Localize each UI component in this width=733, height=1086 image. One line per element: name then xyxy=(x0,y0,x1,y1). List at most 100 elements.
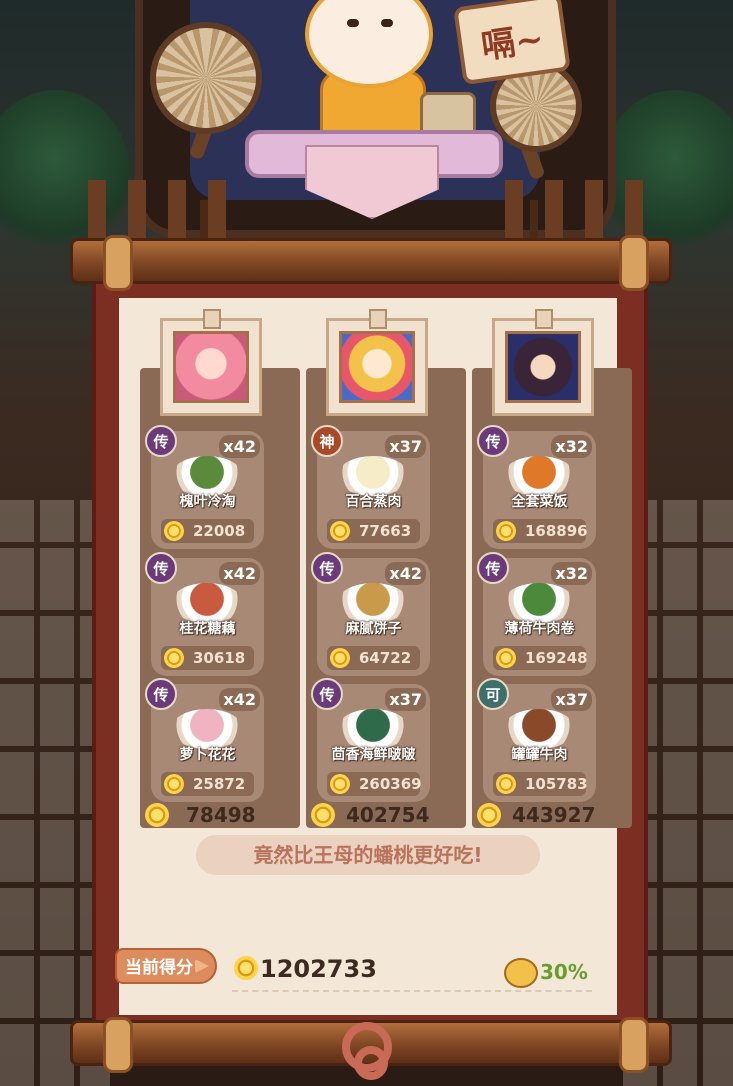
dish-name: 萝卜花花 xyxy=(179,747,236,763)
guest-portrait-3[interactable] xyxy=(492,309,594,416)
dish-plate-icon xyxy=(337,456,409,496)
coin-icon xyxy=(234,956,258,980)
railing-left xyxy=(88,180,248,240)
scroll-top-rod xyxy=(70,235,672,291)
rarity-badge: 传 xyxy=(477,425,509,457)
guest-portrait-2[interactable] xyxy=(326,309,428,416)
guest-portrait-1[interactable] xyxy=(160,309,262,416)
column-total: 78498 xyxy=(186,803,256,827)
dish-score: 169248 xyxy=(525,649,588,667)
dish-score: 168896 xyxy=(525,522,588,540)
rod-cap xyxy=(619,235,649,291)
dish-card[interactable]: 传 x42 桂花糖藕 30618 xyxy=(145,552,264,676)
rarity-badge: 可 xyxy=(477,678,509,710)
column-total: 402754 xyxy=(346,803,430,827)
coin-icon xyxy=(330,521,350,541)
coin-icon xyxy=(496,521,516,541)
character-eye xyxy=(381,19,393,27)
coin-icon xyxy=(311,803,335,827)
dish-name: 罐罐牛肉 xyxy=(511,747,568,763)
dish-count: x42 xyxy=(219,688,260,711)
chinese-knot-icon xyxy=(330,1022,404,1086)
dish-plate-icon xyxy=(503,456,575,496)
dish-count: x37 xyxy=(551,688,592,711)
dish-name: 麻腻饼子 xyxy=(345,621,402,637)
dish-count: x42 xyxy=(219,435,260,458)
rarity-badge: 传 xyxy=(311,678,343,710)
rod-cap xyxy=(619,1017,649,1073)
dish-name: 全套菜饭 xyxy=(511,494,568,510)
burp-sign: 嗝~ xyxy=(453,0,571,86)
coin-icon xyxy=(164,774,184,794)
score-label-text: 当前得分 xyxy=(125,958,193,978)
character-eye xyxy=(347,19,359,27)
dish-plate-icon xyxy=(171,583,243,623)
coin-icon xyxy=(164,521,184,541)
dish-score: 22008 xyxy=(193,522,246,540)
dish-count: x32 xyxy=(551,562,592,585)
dish-plate-icon xyxy=(503,583,575,623)
dish-score: 25872 xyxy=(193,775,246,793)
dish-score: 260369 xyxy=(359,775,422,793)
fan-left-icon xyxy=(150,22,262,134)
dish-plate-icon xyxy=(337,583,409,623)
tablecloth xyxy=(305,145,439,219)
dish-score: 64722 xyxy=(359,649,412,667)
coin-icon xyxy=(496,774,516,794)
dining-table xyxy=(245,120,503,219)
dish-count: x37 xyxy=(385,688,426,711)
column-total: 443927 xyxy=(512,803,596,827)
dish-card[interactable]: 传 x42 麻腻饼子 64722 xyxy=(311,552,430,676)
rarity-badge: 神 xyxy=(311,425,343,457)
bonus-percent: 30% xyxy=(540,960,588,984)
dish-name: 茴香海鲜啵啵 xyxy=(331,747,416,763)
railing-right xyxy=(505,180,665,240)
dish-count: x32 xyxy=(551,435,592,458)
coin-icon xyxy=(145,803,169,827)
coin-icon xyxy=(330,774,350,794)
pin-icon xyxy=(369,309,387,329)
knot-loop xyxy=(354,1046,388,1080)
dish-card[interactable]: 传 x32 薄荷牛肉卷 169248 xyxy=(477,552,596,676)
dish-name: 桂花糖藕 xyxy=(179,621,236,637)
rod-cap xyxy=(103,1017,133,1073)
coin-icon xyxy=(330,648,350,668)
dish-card[interactable]: 可 x37 罐罐牛肉 105783 xyxy=(477,678,596,802)
dish-plate-icon xyxy=(171,709,243,749)
dish-count: x42 xyxy=(385,562,426,585)
dish-card[interactable]: 传 x37 茴香海鲜啵啵 260369 xyxy=(311,678,430,802)
dish-score: 105783 xyxy=(525,775,588,793)
current-score-label: 当前得分 xyxy=(115,948,217,984)
guest-comment: 竟然比王母的蟠桃更好吃! xyxy=(196,835,540,875)
monkey-head-icon xyxy=(504,958,538,988)
rarity-badge: 传 xyxy=(145,678,177,710)
rarity-badge: 传 xyxy=(145,425,177,457)
dish-plate-icon xyxy=(171,456,243,496)
pink-haired-girl-avatar xyxy=(173,331,249,403)
pin-icon xyxy=(203,309,221,329)
dish-score: 77663 xyxy=(359,522,412,540)
sun-headdress-girl-avatar xyxy=(339,331,415,403)
coin-icon xyxy=(164,648,184,668)
dish-card[interactable]: 传 x32 全套菜饭 168896 xyxy=(477,425,596,549)
dish-card[interactable]: 传 x42 萝卜花花 25872 xyxy=(145,678,264,802)
arrow-right-icon xyxy=(195,959,209,973)
dark-haired-boy-avatar xyxy=(505,331,581,403)
divider xyxy=(232,990,592,992)
dish-count: x42 xyxy=(219,562,260,585)
dish-plate-icon xyxy=(503,709,575,749)
dish-card[interactable]: 传 x42 槐叶冷淘 22008 xyxy=(145,425,264,549)
coin-icon xyxy=(477,803,501,827)
pin-icon xyxy=(535,309,553,329)
dish-count: x37 xyxy=(385,435,426,458)
dish-card[interactable]: 神 x37 百合蒸肉 77663 xyxy=(311,425,430,549)
dish-name: 百合蒸肉 xyxy=(345,494,402,510)
rarity-badge: 传 xyxy=(145,552,177,584)
rarity-badge: 传 xyxy=(477,552,509,584)
dish-plate-icon xyxy=(337,709,409,749)
dish-score: 30618 xyxy=(193,649,246,667)
dish-name: 槐叶冷淘 xyxy=(179,494,236,510)
rarity-badge: 传 xyxy=(311,552,343,584)
current-score-value: 1202733 xyxy=(260,955,377,983)
dish-name: 薄荷牛肉卷 xyxy=(504,621,575,637)
